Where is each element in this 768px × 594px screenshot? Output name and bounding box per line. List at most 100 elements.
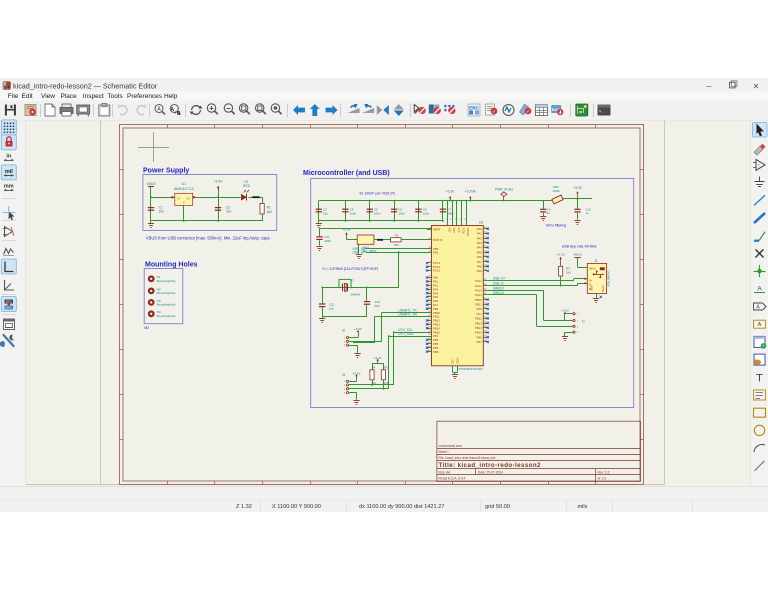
svg-text:+: + bbox=[762, 344, 765, 349]
svg-text:100n: 100n bbox=[374, 211, 381, 215]
svg-text:561: 561 bbox=[394, 243, 399, 247]
svg-text:1u0: 1u0 bbox=[329, 306, 334, 310]
svg-text:16MHz: 16MHz bbox=[351, 292, 361, 296]
svg-text:G: G bbox=[183, 202, 185, 205]
svg-text:Preferences: Preferences bbox=[127, 93, 163, 100]
svg-text:grid 50.00: grid 50.00 bbox=[485, 504, 510, 510]
svg-text:>_: >_ bbox=[599, 109, 604, 114]
svg-text:VDDIO2: VDDIO2 bbox=[466, 228, 468, 237]
svg-text:RED: RED bbox=[243, 184, 251, 188]
svg-text:PA9: PA9 bbox=[477, 269, 483, 273]
svg-text:Rev: 0.2: Rev: 0.2 bbox=[598, 471, 610, 475]
svg-text:MountingHole: MountingHole bbox=[157, 303, 176, 307]
svg-text:10u: 10u bbox=[323, 211, 328, 215]
svg-text:22u: 22u bbox=[226, 210, 232, 214]
svg-text:1u: 1u bbox=[586, 211, 590, 215]
svg-text:R5: R5 bbox=[384, 365, 388, 369]
svg-text:Y1 = 3.579545 [C16-PC08-TQFP-R: Y1 = 3.579545 [C16-PC08-TQFP-RGP] bbox=[322, 267, 378, 271]
svg-text:PB7: PB7 bbox=[477, 340, 483, 344]
svg-text:USART1_RX: USART1_RX bbox=[398, 312, 418, 316]
svg-text:PA4: PA4 bbox=[477, 246, 483, 250]
svg-text:B: B bbox=[177, 111, 181, 117]
svg-text:A: A bbox=[757, 285, 762, 292]
svg-text:+3.3V: +3.3V bbox=[446, 190, 456, 194]
svg-text:USB App rate 48 MHz: USB App rate 48 MHz bbox=[562, 244, 597, 248]
svg-text:J2: J2 bbox=[342, 328, 346, 332]
svg-text:Help: Help bbox=[164, 93, 178, 100]
svg-text:J4: J4 bbox=[342, 373, 346, 377]
svg-text:STM32F072C8Tx: STM32F072C8Tx bbox=[459, 367, 484, 371]
svg-text:kicad_intro-redo-lesson2 — Sch: kicad_intro-redo-lesson2 — Schematic Edi… bbox=[13, 81, 158, 90]
svg-text:+: + bbox=[758, 163, 760, 167]
svg-text:VDD: VDD bbox=[457, 228, 459, 233]
svg-text:T: T bbox=[756, 372, 763, 384]
svg-text:–: – bbox=[706, 81, 711, 91]
svg-text:PF0: PF0 bbox=[477, 307, 483, 311]
svg-text:curiouscrab.com: curiouscrab.com bbox=[439, 444, 463, 448]
svg-text:1k5: 1k5 bbox=[384, 381, 389, 385]
svg-text:KiCad E.D.A. 8.0.4: KiCad E.D.A. 8.0.4 bbox=[439, 477, 466, 481]
svg-text:MCU filtering: MCU filtering bbox=[546, 223, 566, 227]
svg-text:R4: R4 bbox=[372, 365, 376, 369]
svg-text:PB9: PB9 bbox=[433, 350, 439, 354]
svg-text:1u: 1u bbox=[547, 211, 551, 215]
svg-text:+3.3V: +3.3V bbox=[573, 186, 583, 190]
svg-text:+3.3V: +3.3V bbox=[557, 253, 566, 257]
svg-text:R2: R2 bbox=[395, 234, 399, 238]
svg-text:✓: ✓ bbox=[492, 109, 496, 114]
svg-text:PA14: PA14 bbox=[475, 293, 482, 297]
svg-text:J1: J1 bbox=[594, 259, 598, 263]
svg-text:BOOT0: BOOT0 bbox=[433, 238, 443, 242]
svg-text:J1: J1 bbox=[582, 320, 586, 324]
svg-text:PA8: PA8 bbox=[477, 265, 483, 269]
svg-text:VDD: VDD bbox=[447, 228, 449, 233]
svg-text:1k0: 1k0 bbox=[267, 210, 272, 214]
svg-text:VSSA: VSSA bbox=[456, 357, 459, 364]
svg-text:MountingHole: MountingHole bbox=[157, 314, 176, 318]
svg-text:+3.3V: +3.3V bbox=[342, 228, 351, 232]
svg-text:100n: 100n bbox=[398, 211, 405, 215]
svg-text:Tools: Tools bbox=[107, 93, 123, 100]
svg-text:U1: U1 bbox=[182, 182, 186, 186]
svg-text:Mounting Holes: Mounting Holes bbox=[145, 262, 198, 269]
svg-text:Title: kicad_intro-redo-lesson: Title: kicad_intro-redo-lesson2 bbox=[439, 462, 542, 469]
svg-text:Size: A4: Size: A4 bbox=[439, 471, 451, 475]
svg-text:PA7: PA7 bbox=[477, 260, 483, 264]
svg-text:ERC: ERC bbox=[469, 105, 479, 110]
svg-text:PB15: PB15 bbox=[475, 331, 482, 335]
svg-text:PB1: PB1 bbox=[433, 250, 439, 254]
svg-text:MountingHole: MountingHole bbox=[157, 279, 176, 283]
svg-text:Microcontroller (and USB): Microcontroller (and USB) bbox=[303, 170, 390, 177]
svg-text:PA5: PA5 bbox=[477, 250, 483, 254]
svg-text:VBUS: VBUS bbox=[146, 182, 156, 186]
svg-text:Power Supply: Power Supply bbox=[143, 168, 189, 175]
svg-text:in: in bbox=[6, 154, 12, 160]
svg-text:PB12: PB12 bbox=[475, 317, 482, 321]
svg-text:VSS: VSS bbox=[453, 359, 455, 364]
svg-text:PA13: PA13 bbox=[475, 289, 482, 293]
svg-text:ID: ID bbox=[589, 288, 592, 291]
svg-text:PC15: PC15 bbox=[433, 269, 440, 273]
svg-text:D-: D- bbox=[589, 284, 592, 287]
svg-text:Inspect: Inspect bbox=[83, 93, 104, 100]
svg-text:Y1: Y1 bbox=[351, 278, 355, 282]
svg-text:dx 1100.00 dy 900.00 dist 14: dx 1100.00 dy 900.00 dist 1421.27 bbox=[359, 504, 444, 510]
svg-text:Z 1.32: Z 1.32 bbox=[236, 504, 252, 510]
svg-text:ERC: ERC bbox=[5, 306, 12, 310]
svg-text:A: A bbox=[170, 107, 174, 113]
svg-text:+3.3VA: +3.3VA bbox=[465, 190, 476, 194]
svg-text:NRST: NRST bbox=[433, 228, 441, 232]
svg-text:VBAT: VBAT bbox=[452, 228, 455, 234]
svg-text:PWR_FLAG: PWR_FLAG bbox=[495, 187, 514, 191]
svg-text:PA0: PA0 bbox=[477, 227, 483, 231]
svg-text:SWCLK: SWCLK bbox=[493, 291, 505, 295]
svg-text:Date: 25-07-2024: Date: 25-07-2024 bbox=[478, 471, 503, 475]
svg-text:PA1: PA1 bbox=[477, 232, 483, 236]
svg-text:File: File bbox=[8, 93, 19, 100]
svg-text:50p: 50p bbox=[375, 304, 380, 308]
svg-text:PB10: PB10 bbox=[475, 298, 482, 302]
svg-text:File: kicad_intro-redo-lesson2: File: kicad_intro-redo-lesson2.kicad_sch bbox=[439, 456, 496, 460]
svg-text:PF1: PF1 bbox=[477, 312, 483, 316]
svg-text:View: View bbox=[41, 93, 55, 100]
svg-text:VBUS: VBUS bbox=[573, 253, 581, 257]
